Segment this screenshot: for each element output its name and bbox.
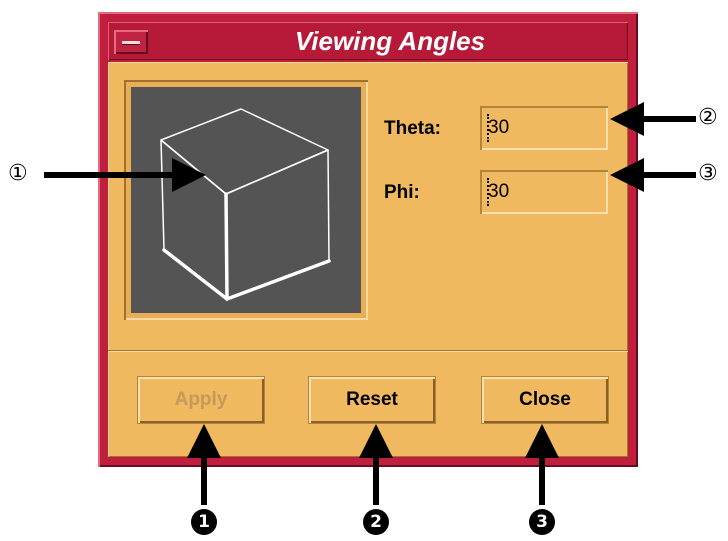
callout-apply: 1 <box>191 509 217 535</box>
callout-phi: ③ <box>698 161 718 186</box>
arrow-icon <box>610 102 696 136</box>
callout-close: 3 <box>529 509 555 535</box>
arrow-icon <box>525 424 559 505</box>
arrow-icon <box>44 158 206 192</box>
callout-reset: 2 <box>363 509 389 535</box>
callout-arrows <box>44 102 696 505</box>
arrow-icon <box>187 424 221 505</box>
arrow-icon <box>610 158 696 192</box>
callout-theta: ② <box>698 105 718 130</box>
callout-preview: ① <box>8 161 28 186</box>
arrow-icon <box>359 424 393 505</box>
